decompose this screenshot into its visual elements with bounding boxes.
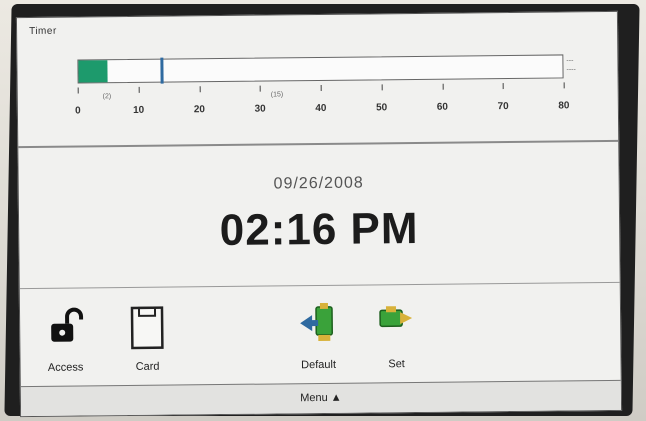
scale-tick-label: 80 [558,100,570,112]
time-display: 02:16 PM [219,203,419,256]
scale-tick [320,84,322,91]
card-icon [129,305,166,356]
menu-label: Menu ▲ [300,392,342,404]
progress-scale: 0 10 20 30 40 50 60 70 80 (2) (15) [75,82,570,127]
scale-tick [77,87,79,94]
set-button[interactable]: Set [366,290,427,383]
set-label: Set [388,358,405,371]
progress-track [77,54,564,84]
default-button[interactable]: Default [278,291,359,384]
scale-tick [381,84,383,91]
panel-title: Timer [29,25,57,38]
track-end-top: --- [566,57,574,65]
menu-text: Menu [300,391,328,405]
menu-button[interactable]: Menu ▲ [20,379,622,418]
card-label: Card [135,360,160,373]
lcd-screen: Timer --- ---- 0 10 20 30 40 50 60 70 80 (2) (15) … [15,10,623,418]
access-label: Access [47,361,84,374]
default-label: Default [301,358,337,372]
scale-tick [563,82,565,89]
scale-mini-label: (15) [270,91,284,99]
track-end-bottom: ---- [566,66,576,74]
progress-fill [78,60,108,83]
scale-tick [199,86,201,93]
scale-tick-label: 70 [497,101,509,113]
unlock-icon [45,305,85,350]
track-end-label: --- ---- [566,56,576,74]
scale-tick [138,86,140,93]
scale-tick [442,83,444,90]
default-icon [298,302,338,350]
scale-mini-label: (2) [102,93,112,101]
scale-tick [502,83,504,90]
scale-tick-label: 10 [133,104,145,116]
access-button[interactable]: Access [30,293,101,386]
scale-tick-label: 0 [75,105,81,117]
toolbar: Access Card Default Set [20,288,621,386]
scale-tick-label: 20 [193,104,206,116]
scale-tick [259,85,261,92]
progress-marker[interactable] [160,57,164,84]
scale-tick-label: 60 [436,101,449,113]
date-display: 09/26/2008 [273,174,364,193]
card-button[interactable]: Card [112,292,183,385]
timer-panel: Timer --- ---- 0 10 20 30 40 50 60 70 80 (2) (15) [17,12,618,146]
scale-tick-label: 40 [315,102,327,115]
set-icon [378,302,414,337]
caret-up-icon: ▲ [330,391,342,404]
scale-tick-label: 30 [254,103,266,115]
scale-tick-label: 50 [376,102,388,114]
